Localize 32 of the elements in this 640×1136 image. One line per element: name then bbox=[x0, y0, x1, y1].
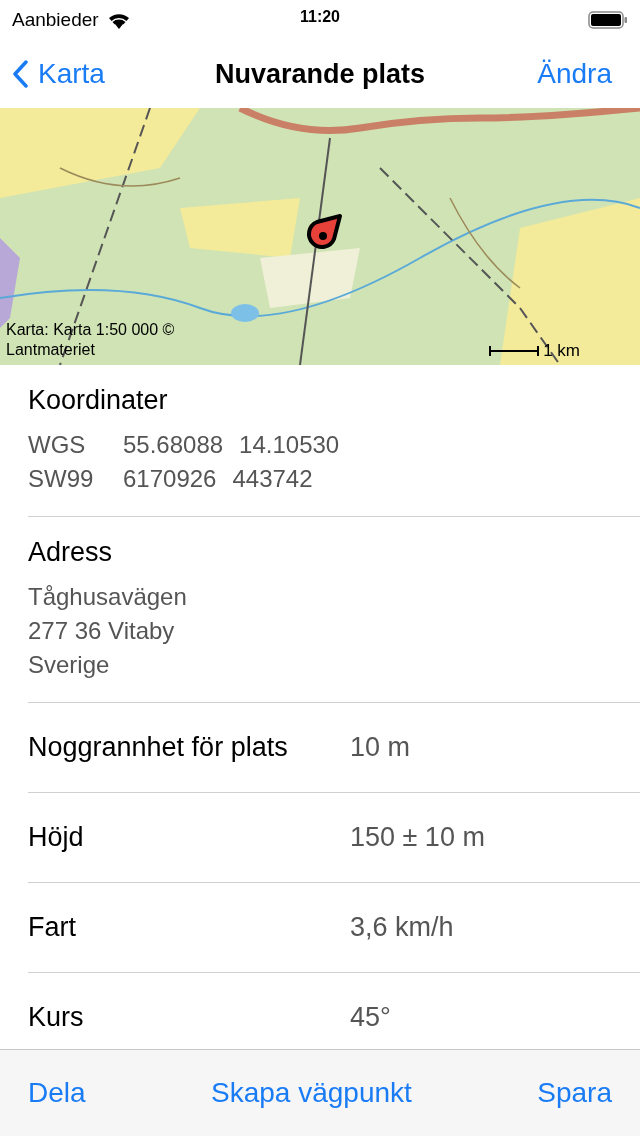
carrier-label: Aanbieder bbox=[12, 9, 99, 31]
coordinate-system: SW99 bbox=[28, 464, 95, 494]
chevron-left-icon bbox=[12, 60, 28, 88]
coordinate-value: 55.68088 bbox=[123, 430, 224, 460]
address-line: Tåghusavägen bbox=[28, 582, 188, 612]
detail-value: 10 m bbox=[350, 732, 411, 763]
toolbar-button[interactable]: Dela bbox=[28, 1077, 86, 1109]
scale-label: 1 km bbox=[543, 341, 580, 361]
battery-icon bbox=[588, 11, 628, 29]
detail-value: 150 ± 10 m bbox=[350, 822, 485, 853]
scale-bar-icon bbox=[489, 345, 540, 357]
coordinate-value: 14.10530 bbox=[239, 430, 340, 460]
detail-label: Höjd bbox=[28, 822, 85, 853]
detail-label: Fart bbox=[28, 912, 77, 943]
address-line: Sverige bbox=[28, 650, 111, 680]
status-time: 11:20 bbox=[298, 8, 341, 26]
wifi-icon bbox=[106, 11, 131, 29]
back-button[interactable]: Karta bbox=[12, 58, 105, 90]
edit-button[interactable]: Ändra bbox=[537, 58, 612, 90]
screen-title: Nuvarande plats bbox=[213, 58, 427, 90]
address-line: 277 36 Vitaby bbox=[28, 616, 176, 646]
coordinate-value: 443742 bbox=[232, 464, 313, 494]
detail-value: 45° bbox=[350, 1002, 391, 1033]
section-title: Adress bbox=[28, 537, 114, 568]
detail-label: Kurs bbox=[28, 1002, 85, 1033]
toolbar-button[interactable]: Skapa vägpunkt bbox=[211, 1077, 412, 1109]
detail-label: Noggrannhet för plats bbox=[28, 732, 289, 763]
toolbar-button[interactable]: Spara bbox=[537, 1077, 612, 1109]
detail-value: 3,6 km/h bbox=[350, 912, 454, 943]
coordinate-value: 6170926 bbox=[123, 464, 217, 494]
coordinate-system: WGS bbox=[28, 430, 87, 460]
section-title: Koordinater bbox=[28, 385, 169, 416]
